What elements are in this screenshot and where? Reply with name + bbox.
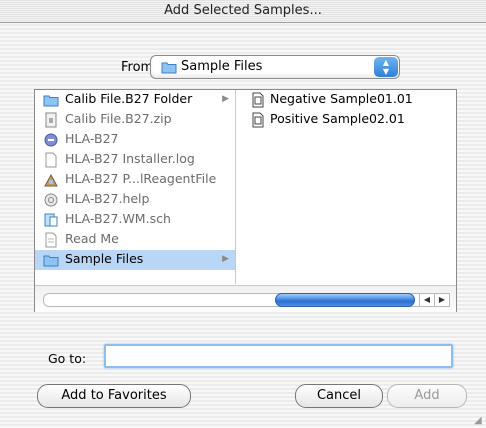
list-item-label: Read Me <box>65 231 119 246</box>
application-icon <box>43 132 59 148</box>
goto-input[interactable] <box>104 344 453 368</box>
folder-icon <box>161 59 177 78</box>
list-item-label: HLA-B27 P...lReagentFile <box>65 171 217 186</box>
zip-archive-icon <box>43 112 59 128</box>
list-item[interactable]: HLA-B27 Installer.log <box>35 150 235 170</box>
text-document-icon <box>43 232 59 248</box>
sample-file-icon <box>250 92 266 108</box>
help-file-icon <box>43 192 59 208</box>
list-item[interactable]: HLA-B27.WM.sch <box>35 210 235 230</box>
list-item-label: Negative Sample01.01 <box>270 91 413 106</box>
folder-icon <box>43 92 59 108</box>
add-button[interactable]: Add <box>387 384 467 408</box>
list-item-label: HLA-B27 Installer.log <box>65 151 195 166</box>
list-item-label: HLA-B27.help <box>65 191 150 206</box>
folder-icon <box>43 252 59 268</box>
goto-label: Go to: <box>48 351 87 366</box>
file-browser[interactable]: Calib File.B27 Folder ▶ Calib File.B27.z… <box>34 89 457 312</box>
add-to-favorites-button[interactable]: Add to Favorites <box>37 384 191 408</box>
browser-column-1: Calib File.B27 Folder ▶ Calib File.B27.z… <box>35 90 236 284</box>
from-popup[interactable]: Sample Files ▲ ▼ <box>150 55 400 79</box>
disclosure-arrow-icon: ▶ <box>222 254 229 264</box>
from-popup-value: Sample Files <box>181 59 263 74</box>
list-item-label: HLA-B27.WM.sch <box>65 211 171 226</box>
dialog-title: Add Selected Samples... <box>0 0 486 23</box>
list-item[interactable]: HLA-B27.help <box>35 190 235 210</box>
schedule-file-icon <box>43 212 59 228</box>
scroll-thumb[interactable] <box>275 293 415 307</box>
list-item-label: Calib File.B27.zip <box>65 111 172 126</box>
list-item[interactable]: Positive Sample02.01 <box>236 110 456 130</box>
list-item[interactable]: Negative Sample01.01 <box>236 90 456 110</box>
list-item[interactable]: Calib File.B27.zip <box>35 110 235 130</box>
sample-file-icon <box>250 112 266 128</box>
list-item-label: Sample Files <box>65 251 144 266</box>
document-icon <box>43 152 59 168</box>
list-item[interactable]: Read Me <box>35 230 235 250</box>
reagent-file-icon <box>43 172 59 188</box>
list-item-label: HLA-B27 <box>65 131 119 146</box>
horizontal-scrollbar[interactable]: ◀ ▶ <box>35 285 456 312</box>
list-item[interactable]: HLA-B27 P...lReagentFile <box>35 170 235 190</box>
scroll-right-arrow-icon[interactable]: ▶ <box>434 293 450 307</box>
list-item[interactable]: Sample Files ▶ <box>35 250 235 270</box>
list-item-label: Positive Sample02.01 <box>270 111 405 126</box>
list-item[interactable]: HLA-B27 <box>35 130 235 150</box>
scroll-left-arrow-icon[interactable]: ◀ <box>419 293 435 307</box>
cancel-button[interactable]: Cancel <box>295 384 383 408</box>
popup-arrows-icon: ▲ ▼ <box>374 57 398 77</box>
list-item-label: Calib File.B27 Folder <box>65 91 193 106</box>
resize-grip-icon[interactable]: ◢ <box>474 416 484 426</box>
browser-column-2: Negative Sample01.01 Positive Sample02.0… <box>236 90 456 284</box>
disclosure-arrow-icon: ▶ <box>222 94 229 104</box>
list-item[interactable]: Calib File.B27 Folder ▶ <box>35 90 235 110</box>
